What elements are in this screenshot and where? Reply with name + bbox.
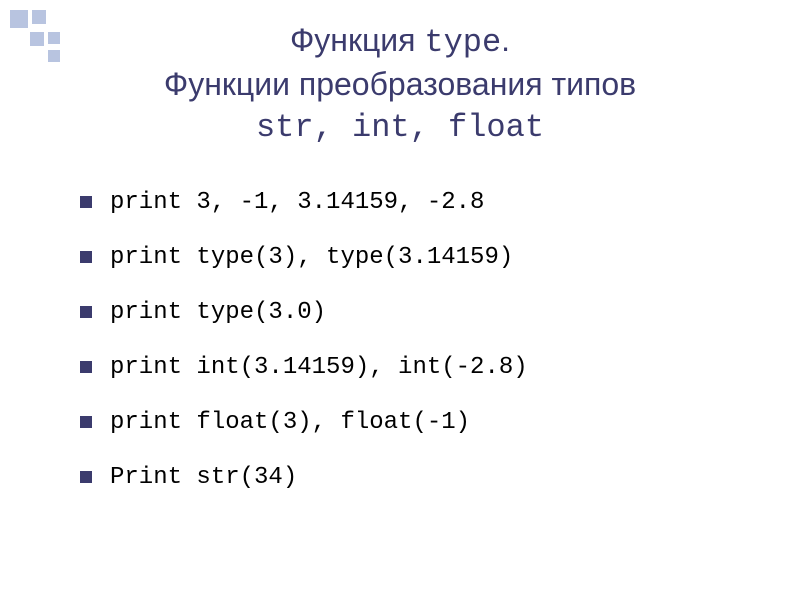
slide-title: Функция type. Функции преобразования тип… (60, 20, 740, 149)
list-item: print int(3.14159), int(-2.8) (80, 354, 740, 381)
bullet-list: print 3, -1, 3.14159, -2.8 print type(3)… (60, 189, 740, 491)
title-line2: Функции преобразования типов (164, 66, 636, 102)
title-line1-suffix: . (501, 22, 510, 58)
list-item: print type(3), type(3.14159) (80, 244, 740, 271)
corner-decoration (10, 10, 60, 62)
list-item: print type(3.0) (80, 299, 740, 326)
list-item: print float(3), float(-1) (80, 409, 740, 436)
title-line3: str, int, float (256, 109, 544, 146)
list-item: print 3, -1, 3.14159, -2.8 (80, 189, 740, 216)
title-line1-prefix: Функция (290, 22, 424, 58)
title-line1-mono: type (424, 24, 501, 61)
list-item: Print str(34) (80, 464, 740, 491)
slide-content: Функция type. Функции преобразования тип… (0, 0, 800, 600)
